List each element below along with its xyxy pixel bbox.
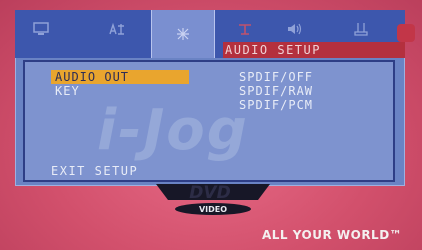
setup-menu-window: AUDIO SETUP i-Jog AUDIO OUT KEY SPDIF/OF… [15,10,405,186]
page-title: AUDIO SETUP [223,42,405,58]
video-antenna-icon [239,24,251,35]
tab-bar: AUDIO SETUP [15,10,405,58]
option-spdif-off[interactable]: SPDIF/OFF [239,70,313,84]
tab-general[interactable] [27,10,55,48]
preference-icon [354,23,368,36]
tv-screen: AUDIO SETUP i-Jog AUDIO OUT KEY SPDIF/OF… [0,0,422,250]
option-spdif-raw[interactable]: SPDIF/RAW [239,84,313,98]
tab-language[interactable] [103,10,131,48]
speaker-icon [288,23,302,35]
tab-audio[interactable] [151,10,215,58]
dvd-logo-text: DVD [189,183,230,203]
corner-indicator [397,24,415,42]
menu-item-audio-out[interactable]: AUDIO OUT [51,70,189,84]
language-icon [109,22,124,35]
brand-watermark: i-Jog [97,98,249,163]
menu-item-key[interactable]: KEY [51,84,80,98]
monitor-icon [33,22,49,35]
slogan-text: ALL YOUR WORLD™ [262,228,403,242]
option-spdif-pcm[interactable]: SPDIF/PCM [239,98,313,112]
exit-setup-button[interactable]: EXIT SETUP [51,164,138,178]
dvd-video-logo: DVD VIDEO [156,183,270,215]
video-logo-text: VIDEO [199,205,227,214]
audio-settings-icon [177,28,189,40]
